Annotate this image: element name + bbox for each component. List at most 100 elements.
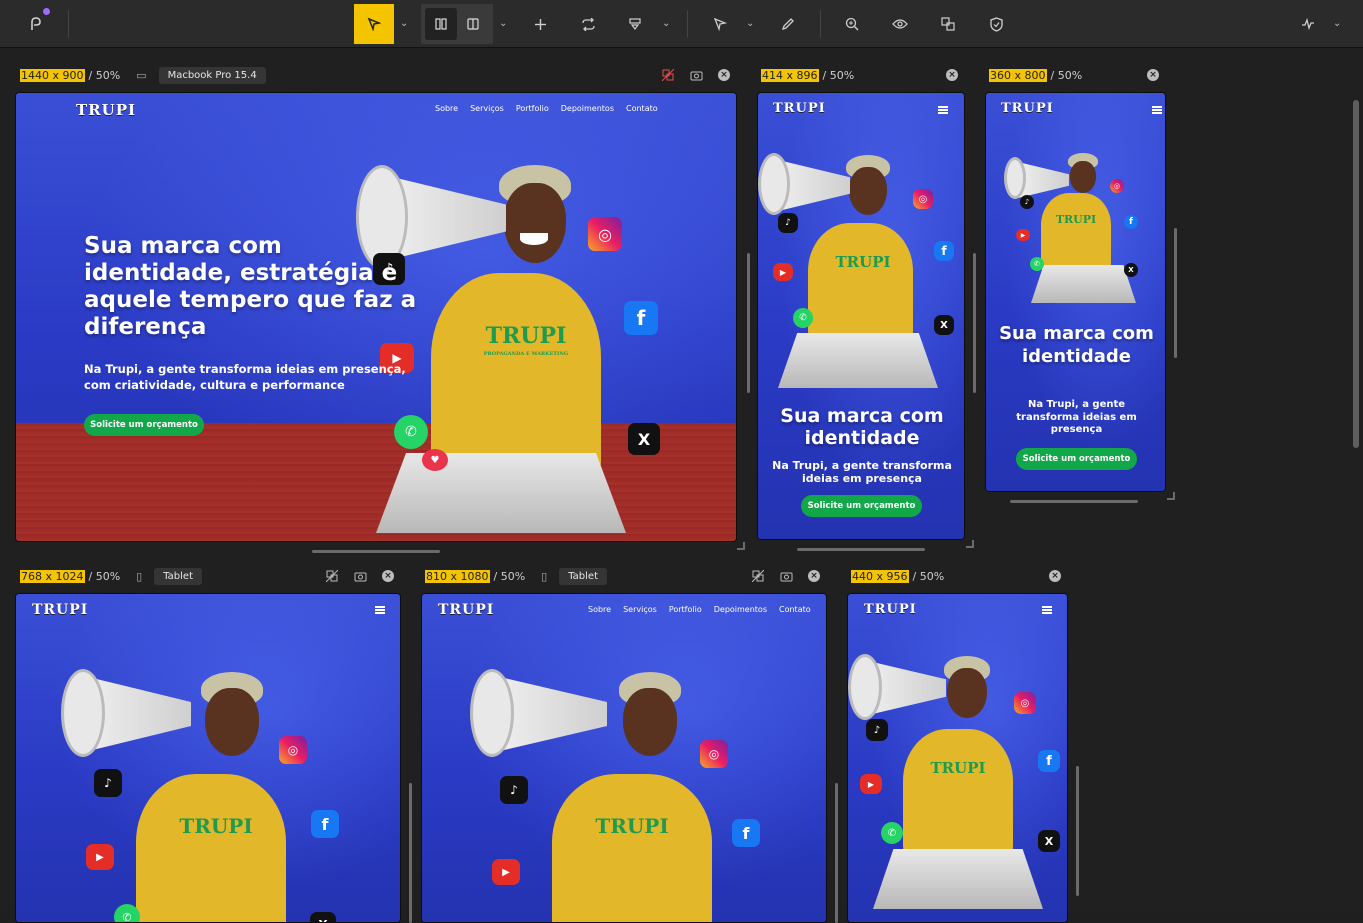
frame-header: 1440 x 900 / 50% ▭ Macbook Pro 15.4 [20, 66, 266, 84]
chevron-down-icon[interactable]: ⌄ [662, 18, 670, 29]
inspect-icon[interactable] [625, 4, 645, 44]
brand-logo[interactable]: TRUPI [1001, 101, 1054, 116]
frame-size[interactable]: 810 x 1080 [425, 569, 490, 583]
face [1070, 161, 1096, 193]
frame-size[interactable]: 440 x 956 [851, 569, 909, 583]
close-icon[interactable]: × [1047, 567, 1063, 585]
layout-toggle-group [421, 4, 493, 44]
horizontal-scrollbar[interactable] [312, 550, 440, 553]
nav-item[interactable]: Contato [779, 605, 811, 614]
nav-item[interactable]: Serviços [470, 104, 504, 113]
frame-size[interactable]: 414 x 896 [761, 68, 819, 82]
shield-icon[interactable] [986, 4, 1006, 44]
camera-icon[interactable] [778, 567, 794, 585]
rotate-icon[interactable] [578, 4, 598, 44]
chevron-down-icon[interactable]: ⌄ [400, 18, 408, 29]
laptop-icon: ▭ [136, 68, 147, 82]
cta-button[interactable]: Solicite um orçamento [84, 414, 204, 436]
close-icon[interactable]: × [716, 66, 732, 84]
shirt-logo: TRUPI [835, 253, 891, 271]
vertical-scrollbar[interactable] [835, 783, 838, 923]
frame-mobile-360: TRUPI TRUPI ◎ ♪ f ▶ ✆ X Sua marca com id… [985, 92, 1166, 492]
sync-icon[interactable] [938, 4, 958, 44]
cta-button[interactable]: Solicite um orçamento [1016, 448, 1137, 470]
frame-size[interactable]: 1440 x 900 [20, 68, 85, 82]
chevron-down-icon[interactable]: ⌄ [1333, 18, 1341, 29]
close-icon[interactable]: × [944, 66, 960, 84]
laptop [778, 333, 938, 388]
zoom-in-icon[interactable] [842, 4, 862, 44]
nav-item[interactable]: Depoimentos [561, 104, 614, 113]
no-sync-icon[interactable] [324, 567, 340, 585]
no-sync-icon[interactable] [750, 567, 766, 585]
vertical-scrollbar[interactable] [1174, 228, 1177, 358]
activity-icon[interactable] [1298, 4, 1318, 44]
shirt-tagline: PROPAGANDA E MARKETING [483, 351, 569, 357]
nav-item[interactable]: Serviços [623, 605, 657, 614]
nav-item[interactable]: Contato [626, 104, 658, 113]
vertical-scrollbar[interactable] [747, 253, 750, 393]
pointer-icon[interactable] [710, 4, 730, 44]
resize-handle[interactable] [1167, 492, 1175, 500]
close-icon[interactable]: × [380, 567, 396, 585]
chevron-down-icon[interactable]: ⌄ [499, 18, 507, 29]
megaphone-mouth [758, 153, 790, 215]
facebook-icon: f [311, 810, 339, 838]
hero-illustration: TRUPI ◎ ♪ f ▶ ✆ X [56, 664, 376, 922]
nav-item[interactable]: Depoimentos [714, 605, 767, 614]
nav-item[interactable]: Portfolio [669, 605, 702, 614]
close-icon[interactable]: × [1145, 66, 1161, 84]
megaphone-mouth [1004, 157, 1026, 199]
horizontal-scrollbar[interactable] [1010, 500, 1138, 503]
hamburger-menu-icon[interactable] [375, 606, 385, 614]
resize-handle[interactable] [737, 542, 745, 550]
hamburger-menu-icon[interactable] [1042, 606, 1052, 614]
brand-logo[interactable]: TRUPI [864, 602, 917, 617]
face [947, 668, 987, 718]
close-icon[interactable]: × [806, 567, 822, 585]
canvas-scrollbar[interactable] [1353, 100, 1359, 448]
vertical-scrollbar[interactable] [409, 783, 412, 923]
face [623, 688, 677, 756]
hero-illustration: TRUPI ◎ ♪ f ▶ ✆ X [758, 153, 964, 403]
chevron-down-icon[interactable]: ⌄ [746, 18, 754, 29]
edit-icon[interactable] [778, 4, 798, 44]
tiktok-icon: ♪ [500, 776, 528, 804]
yellow-shirt [552, 774, 712, 922]
frame-header: 360 x 800 / 50% [989, 66, 1082, 84]
instagram-icon: ◎ [913, 189, 933, 209]
vertical-scrollbar[interactable] [973, 253, 976, 393]
cta-button[interactable]: Solicite um orçamento [801, 495, 922, 517]
tiktok-icon: ♪ [778, 213, 798, 233]
brand-logo[interactable]: TRUPI [773, 101, 826, 116]
youtube-icon: ▶ [860, 774, 882, 794]
smile [520, 233, 548, 245]
device-select[interactable]: Tablet [559, 567, 607, 585]
brand-logo[interactable]: TRUPI [76, 101, 136, 119]
vertical-scrollbar[interactable] [1076, 766, 1079, 896]
layout-columns-icon[interactable] [425, 8, 457, 40]
nav-item[interactable]: Sobre [588, 605, 611, 614]
camera-icon[interactable] [352, 567, 368, 585]
facebook-icon: f [732, 819, 760, 847]
device-select[interactable]: Macbook Pro 15.4 [158, 66, 266, 84]
frame-size[interactable]: 768 x 1024 [20, 569, 85, 583]
brand-logo[interactable]: TRUPI [438, 602, 494, 618]
hamburger-menu-icon[interactable] [1152, 106, 1162, 114]
nav-item[interactable]: Portfolio [516, 104, 549, 113]
select-cursor-icon[interactable] [354, 4, 394, 44]
eye-icon[interactable] [890, 4, 910, 44]
no-sync-icon[interactable] [660, 66, 676, 84]
camera-icon[interactable] [688, 66, 704, 84]
frame-size[interactable]: 360 x 800 [989, 68, 1047, 82]
face [849, 167, 887, 215]
layout-split-icon[interactable] [457, 8, 489, 40]
frame-zoom: / 50% [493, 569, 526, 583]
hamburger-menu-icon[interactable] [938, 106, 948, 114]
add-icon[interactable] [530, 4, 550, 44]
nav-item[interactable]: Sobre [435, 104, 458, 113]
resize-handle[interactable] [966, 540, 974, 548]
horizontal-scrollbar[interactable] [797, 548, 925, 551]
brand-logo[interactable]: TRUPI [32, 602, 88, 618]
device-select[interactable]: Tablet [154, 567, 202, 585]
